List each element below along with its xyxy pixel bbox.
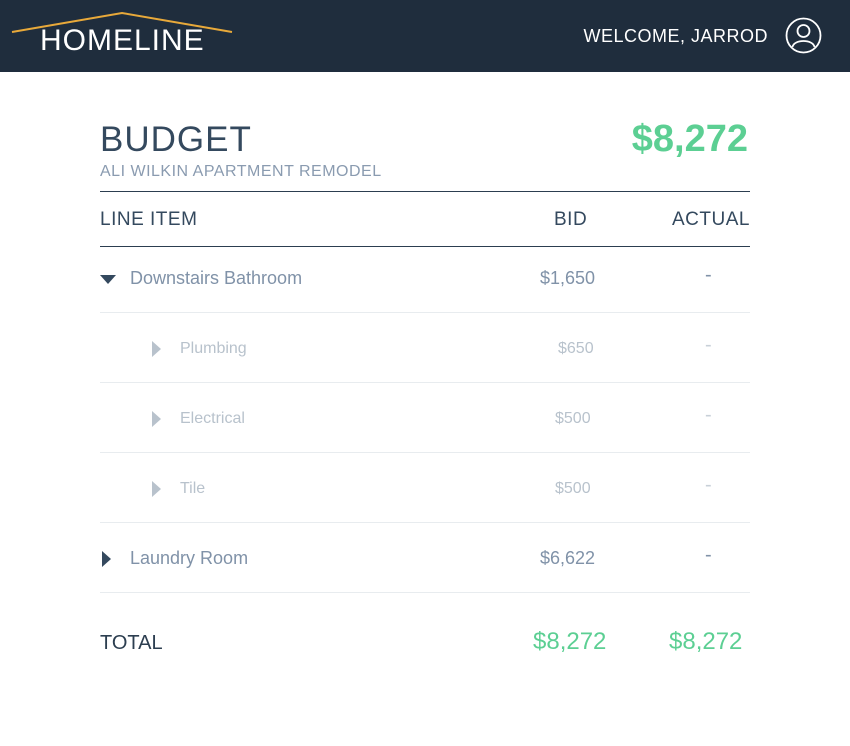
line-item-label: Tile — [180, 480, 206, 497]
caret-right-icon[interactable] — [152, 341, 161, 357]
caret-right-icon[interactable] — [152, 481, 161, 497]
budget-total: $8,272 — [631, 118, 748, 160]
actual-value: - — [705, 474, 712, 496]
column-header-actual: ACTUAL — [672, 209, 750, 230]
page-title: BUDGET — [100, 120, 252, 159]
column-header-line-item: LINE ITEM — [100, 209, 198, 230]
row-divider — [100, 592, 750, 593]
homeline-logo[interactable]: HOMELINE — [10, 10, 234, 60]
welcome-text: WELCOME, JARROD — [583, 26, 768, 46]
header-top-rule — [100, 191, 750, 192]
bid-value: $500 — [555, 480, 591, 497]
line-item-label: Electrical — [180, 410, 245, 427]
logo-text: HOMELINE — [40, 24, 205, 57]
actual-value: - — [705, 404, 712, 426]
user-circle-icon[interactable] — [785, 17, 822, 54]
caret-down-icon[interactable] — [100, 275, 116, 284]
bid-value: $500 — [555, 410, 591, 427]
table-row[interactable]: Plumbing $650 - — [100, 313, 750, 383]
total-label: TOTAL — [100, 632, 163, 654]
column-header-bid: BID — [554, 209, 588, 230]
top-bar: HOMELINE WELCOME, JARROD — [0, 0, 850, 72]
caret-right-icon[interactable] — [102, 551, 111, 567]
table-row[interactable]: Tile $500 - — [100, 453, 750, 523]
table-row[interactable]: Laundry Room $6,622 - — [100, 523, 750, 593]
line-item-label: Laundry Room — [130, 548, 249, 568]
table-row[interactable]: Downstairs Bathroom $1,650 - — [100, 243, 750, 313]
caret-right-icon[interactable] — [152, 411, 161, 427]
bid-value: $6,622 — [540, 548, 596, 568]
actual-value: - — [705, 544, 712, 566]
total-bid: $8,272 — [533, 628, 607, 655]
project-name: ALI WILKIN APARTMENT REMODEL — [100, 163, 382, 180]
bid-value: $650 — [558, 340, 594, 357]
actual-value: - — [705, 334, 712, 356]
line-item-label: Downstairs Bathroom — [130, 268, 303, 288]
table-row[interactable]: Electrical $500 - — [100, 383, 750, 453]
line-item-label: Plumbing — [180, 340, 247, 357]
total-actual: $8,272 — [669, 628, 743, 655]
bid-value: $1,650 — [540, 268, 596, 288]
actual-value: - — [705, 264, 712, 286]
